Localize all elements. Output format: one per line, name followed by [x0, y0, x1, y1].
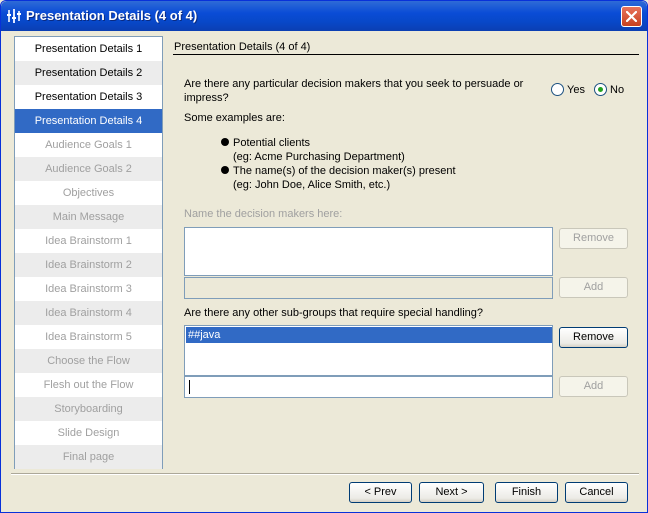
step-idea-brainstorm-5: Idea Brainstorm 5	[45, 331, 132, 343]
step-idea-brainstorm-2: Idea Brainstorm 2	[15, 253, 162, 277]
prev-button[interactable]: < Prev	[349, 482, 412, 503]
bullet-icon	[221, 166, 229, 174]
step-main-message: Main Message	[15, 205, 162, 229]
subgroups-list[interactable]: ##java	[184, 325, 553, 376]
decision-makers-remove-button: Remove	[559, 228, 628, 249]
step-presentation-details-1[interactable]: Presentation Details 1	[15, 37, 162, 61]
example-1-line-1: Potential clients	[233, 137, 311, 149]
decision-makers-label: Name the decision makers here:	[184, 208, 343, 220]
subgroups-add-button: Add	[559, 376, 628, 397]
title-bar[interactable]: Presentation Details (4 of 4)	[1, 1, 647, 31]
step-storyboarding: Storyboarding	[15, 397, 162, 421]
step-flesh-out-the-flow: Flesh out the Flow	[43, 379, 134, 391]
yes-radio[interactable]	[551, 83, 564, 96]
footer-divider	[11, 473, 639, 475]
step-idea-brainstorm-4: Idea Brainstorm 4	[15, 301, 162, 325]
steps-list: Presentation Details 1 Presentation Deta…	[14, 36, 163, 469]
cancel-button[interactable]: Cancel	[565, 482, 628, 503]
decision-makers-question: Are there any particular decision makers…	[184, 78, 524, 104]
example-2-line-1: The name(s) of the decision maker(s) pre…	[233, 165, 456, 177]
step-presentation-details-2[interactable]: Presentation Details 2	[15, 61, 162, 85]
step-objectives: Objectives	[62, 187, 115, 199]
step-idea-brainstorm-1: Idea Brainstorm 1	[45, 235, 132, 247]
no-radio[interactable]	[594, 83, 607, 96]
no-radio-label[interactable]: No	[610, 84, 624, 96]
examples-heading: Some examples are:	[184, 112, 285, 124]
wizard-window: Presentation Details (4 of 4) Presentati…	[0, 0, 648, 513]
step-presentation-details-3[interactable]: Presentation Details 3	[15, 85, 162, 109]
step-choose-the-flow: Choose the Flow	[15, 349, 162, 373]
subgroups-remove-button[interactable]: Remove	[559, 327, 628, 348]
step-audience-goals-2: Audience Goals 2	[15, 157, 162, 181]
example-2-line-2: (eg: John Doe, Alice Smith, etc.)	[233, 179, 391, 191]
step-audience-goals-1: Audience Goals 1	[45, 139, 132, 151]
close-icon	[626, 11, 637, 22]
subgroups-question: Are there any other sub-groups that requ…	[184, 307, 484, 319]
decision-makers-list	[184, 227, 553, 276]
radio-selected-dot	[598, 87, 603, 92]
subgroups-input[interactable]	[184, 376, 553, 398]
decision-makers-input	[184, 277, 553, 299]
text-caret	[189, 380, 190, 394]
step-idea-brainstorm-3: Idea Brainstorm 3	[45, 283, 132, 295]
next-button[interactable]: Next >	[419, 482, 484, 503]
example-1-line-2: (eg: Acme Purchasing Department)	[233, 151, 405, 163]
bullet-icon	[221, 138, 229, 146]
step-final-page: Final page	[15, 445, 162, 469]
window-title: Presentation Details (4 of 4)	[26, 8, 198, 23]
step-slide-design: Slide Design	[57, 427, 120, 439]
decision-makers-add-button: Add	[559, 277, 628, 298]
close-button[interactable]	[621, 6, 642, 27]
yes-radio-label[interactable]: Yes	[567, 84, 585, 96]
list-item[interactable]: ##java	[186, 327, 552, 343]
step-presentation-details-4[interactable]: Presentation Details 4	[15, 109, 162, 133]
panel-title-divider	[173, 54, 639, 55]
app-icon	[7, 9, 21, 23]
panel-title: Presentation Details (4 of 4)	[174, 41, 311, 53]
finish-button[interactable]: Finish	[495, 482, 558, 503]
